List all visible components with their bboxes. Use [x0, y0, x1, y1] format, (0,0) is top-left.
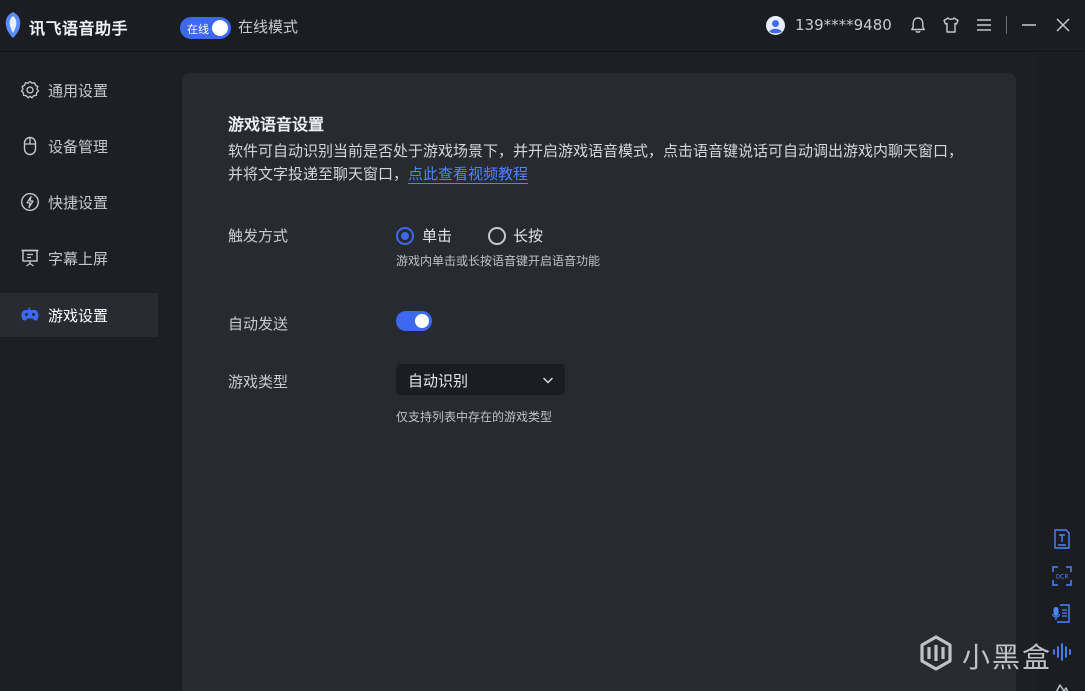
- trigger-single-click-label[interactable]: 单击: [422, 225, 452, 246]
- sidebar-item-label: 字幕上屏: [48, 249, 109, 268]
- sidebar-item-label: 游戏设置: [48, 306, 109, 325]
- trigger-long-press-radio[interactable]: [488, 227, 506, 245]
- trigger-single-click-radio[interactable]: [396, 227, 414, 245]
- toggle-knob: [212, 20, 228, 36]
- trigger-hint: 游戏内单击或长按语音键开启语音功能: [396, 254, 601, 268]
- trigger-mode-label: 触发方式: [228, 227, 289, 245]
- skin-shirt-icon[interactable]: [942, 16, 960, 34]
- toggle-knob: [415, 314, 429, 328]
- sidebar: 通用设置 设备管理 快捷设置 字幕上屏 游戏设置: [0, 53, 158, 691]
- gamepad-icon: [21, 307, 39, 321]
- section-description: 软件可自动识别当前是否处于游戏场景下，并开启游戏语音模式，点击语音键说话可自动调…: [228, 140, 968, 186]
- video-tutorial-link[interactable]: 点此查看视频教程: [408, 165, 529, 184]
- section-title: 游戏语音设置: [228, 115, 325, 134]
- watermark: 小黑盒: [918, 633, 1058, 674]
- bell-icon[interactable]: [909, 16, 927, 34]
- presentation-icon: [21, 249, 39, 267]
- watermark-text: 小黑盒: [962, 641, 1053, 674]
- description-text: 软件可自动识别当前是否处于游戏场景下，并开启游戏语音模式，点击语音键说话可自动调…: [228, 142, 964, 183]
- lightning-icon: [20, 192, 40, 212]
- trigger-long-press-label[interactable]: 长按: [513, 225, 543, 246]
- sidebar-item-label: 快捷设置: [48, 193, 109, 212]
- sidebar-item-device-management[interactable]: 设备管理: [0, 124, 158, 168]
- chevron-down-icon: [542, 377, 554, 384]
- voice-document-icon[interactable]: [1051, 602, 1073, 624]
- xiaoheihe-logo-icon: [920, 635, 952, 671]
- game-settings-panel: 游戏语音设置 软件可自动识别当前是否处于游戏场景下，并开启游戏语音模式，点击语音…: [182, 73, 1016, 691]
- minimize-icon[interactable]: [1020, 16, 1038, 34]
- game-type-value: 自动识别: [408, 372, 469, 390]
- gear-icon: [20, 80, 40, 99]
- mountain-icon[interactable]: [1051, 679, 1073, 691]
- user-phone[interactable]: 139****9480: [795, 16, 892, 34]
- online-toggle-label: 在线: [187, 23, 209, 36]
- sidebar-item-label: 设备管理: [48, 137, 109, 156]
- mode-label: 在线模式: [238, 18, 299, 36]
- menu-icon[interactable]: [975, 16, 993, 34]
- app-logo-icon: [5, 12, 21, 38]
- sidebar-item-subtitle-display[interactable]: 字幕上屏: [0, 236, 158, 280]
- svg-text:OCR: OCR: [1055, 574, 1068, 581]
- tool-rail: OCR: [1038, 53, 1085, 691]
- close-icon[interactable]: [1054, 16, 1072, 34]
- user-avatar-icon[interactable]: [766, 16, 785, 35]
- title-bar: 讯飞语音助手 在线 在线模式 139****9480: [0, 0, 1085, 52]
- mouse-icon: [23, 136, 37, 156]
- online-mode-toggle[interactable]: 在线: [180, 17, 231, 39]
- auto-send-toggle[interactable]: [396, 311, 432, 331]
- app-title: 讯飞语音助手: [29, 19, 129, 38]
- auto-send-label: 自动发送: [228, 315, 289, 333]
- document-text-icon[interactable]: [1051, 528, 1073, 550]
- sidebar-item-general-settings[interactable]: 通用设置: [0, 68, 158, 112]
- ocr-scan-icon[interactable]: OCR: [1051, 565, 1073, 587]
- sidebar-item-shortcut-settings[interactable]: 快捷设置: [0, 180, 158, 224]
- game-type-hint: 仅支持列表中存在的游戏类型: [396, 410, 553, 424]
- game-type-label: 游戏类型: [228, 373, 289, 391]
- sidebar-item-game-settings[interactable]: 游戏设置: [0, 293, 158, 337]
- game-type-select[interactable]: 自动识别: [396, 364, 565, 395]
- title-bar-divider: [1006, 16, 1007, 34]
- sidebar-item-label: 通用设置: [48, 81, 109, 100]
